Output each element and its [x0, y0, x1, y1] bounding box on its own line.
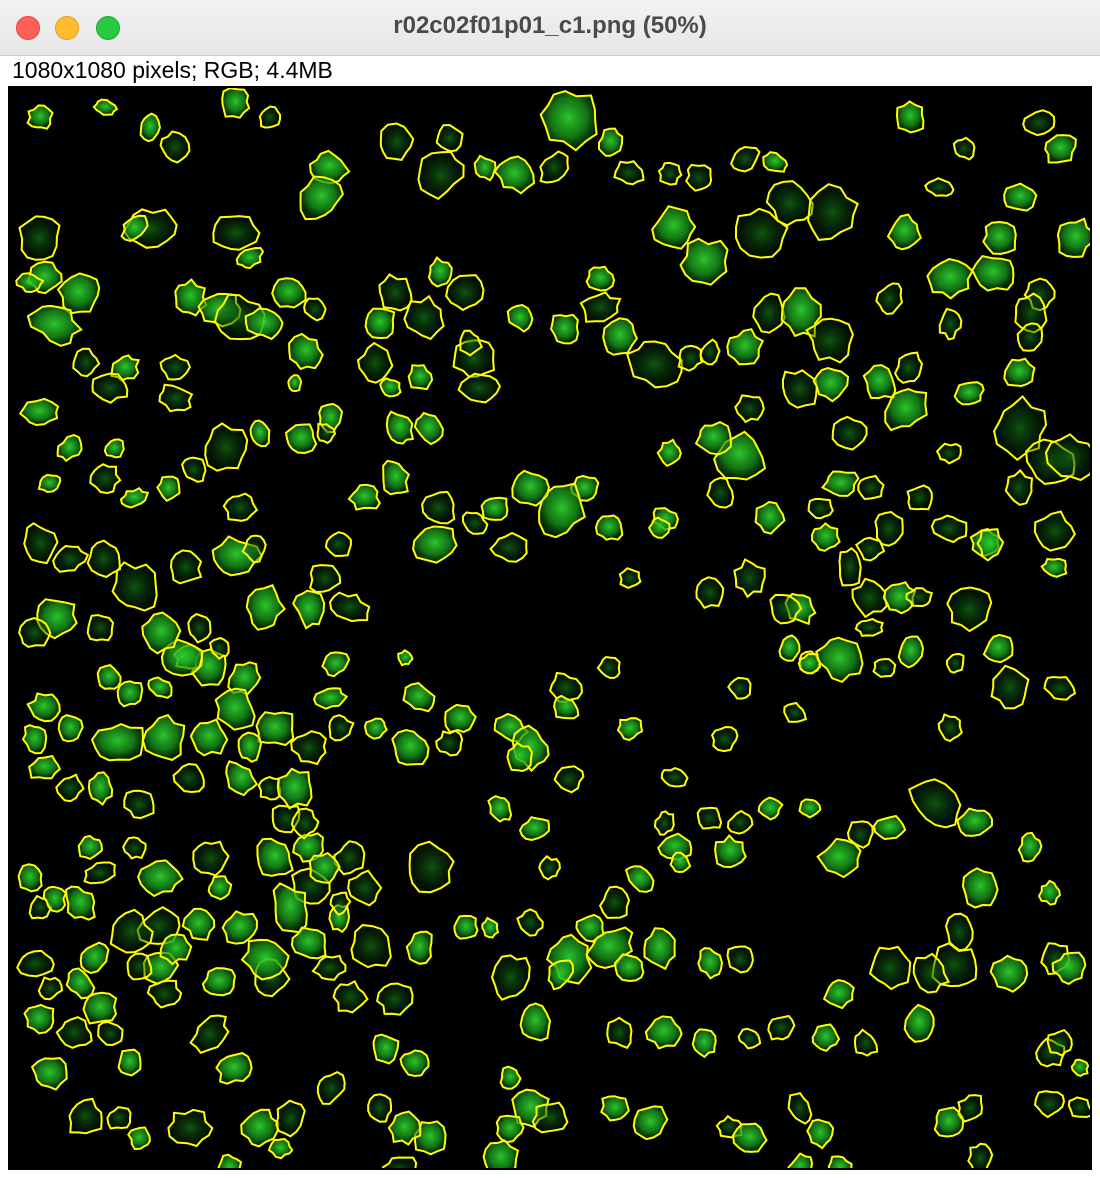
cell-outline	[807, 497, 834, 520]
cell-outline	[90, 723, 145, 762]
cell-outline	[695, 576, 725, 610]
cell-outline	[895, 100, 925, 134]
cell-outline	[37, 473, 62, 494]
cell-outline	[696, 806, 723, 830]
cell-outline	[116, 680, 144, 708]
cell-outline	[606, 1016, 633, 1050]
cell-outline	[18, 215, 61, 261]
cell-outline	[17, 863, 43, 893]
cell-outline	[97, 1020, 124, 1047]
cell-outline	[1046, 1028, 1073, 1057]
cell-outline	[169, 549, 203, 585]
cell-outline	[453, 914, 479, 940]
cell-outline	[117, 1048, 142, 1077]
cell-outline	[967, 1142, 994, 1168]
cell-outline	[367, 1093, 392, 1123]
cell-outline	[255, 711, 295, 747]
cell-outline	[838, 547, 862, 587]
cell-outline	[287, 374, 302, 393]
cell-outline	[531, 1101, 569, 1134]
cell-outline	[538, 854, 561, 881]
cell-outline	[82, 991, 118, 1025]
cell-outline	[854, 617, 884, 637]
cell-outline	[594, 514, 624, 541]
cell-outline	[237, 731, 263, 763]
cell-outline	[618, 567, 642, 589]
cell-outline	[685, 163, 713, 192]
image-window: r02c02f01p01_c1.png (50%) 1080x1080 pixe…	[0, 0, 1100, 1178]
cell-outline	[480, 496, 509, 521]
cell-outline	[86, 614, 115, 642]
image-info-label: 1080x1080 pixels; RGB; 4.4MB	[12, 57, 333, 83]
cell-outline	[126, 952, 153, 981]
window-title: r02c02f01p01_c1.png (50%)	[393, 12, 707, 39]
cell-outline	[953, 381, 985, 406]
cell-outline	[1067, 1096, 1090, 1119]
title-bar[interactable]: r02c02f01p01_c1.png (50%)	[0, 0, 1100, 56]
cell-outline	[364, 307, 396, 340]
cell-outline	[378, 273, 413, 312]
cell-outline	[982, 220, 1017, 255]
image-canvas[interactable]	[8, 86, 1092, 1170]
cell-outline	[945, 652, 965, 674]
cell-outline	[201, 967, 237, 997]
cell-outline	[872, 658, 897, 678]
cell-outline	[257, 776, 282, 801]
microscopy-image[interactable]	[10, 88, 1090, 1168]
cell-outline	[731, 1122, 768, 1153]
cell-outline	[1056, 217, 1090, 259]
cell-outline	[961, 867, 999, 909]
cell-outline	[372, 1033, 400, 1065]
